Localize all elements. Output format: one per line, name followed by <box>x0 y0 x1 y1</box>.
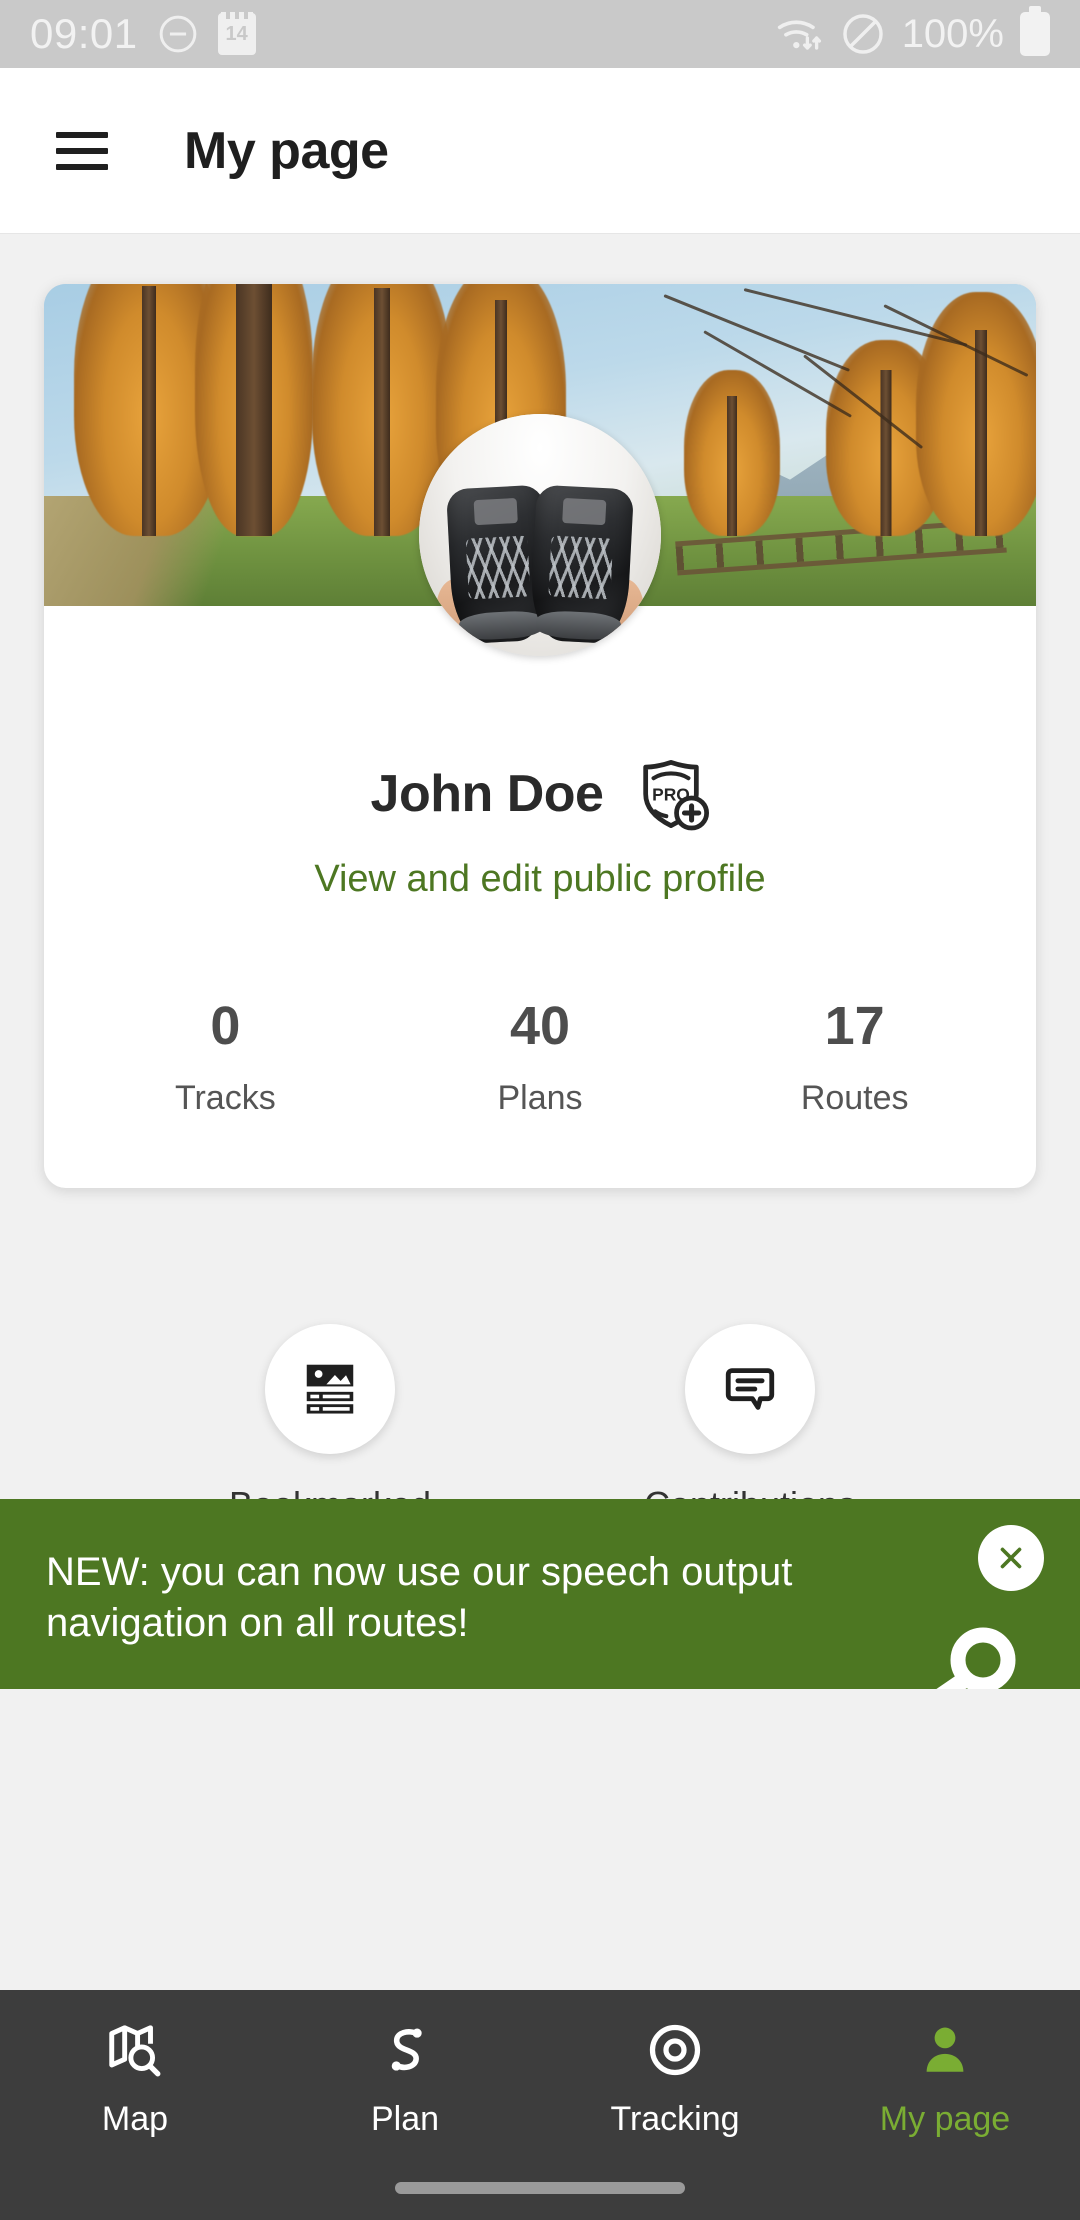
view-edit-profile-link[interactable]: View and edit public profile <box>44 858 1036 901</box>
promo-message: NEW: you can now use our speech output n… <box>46 1550 793 1646</box>
status-bar-right: 100% <box>776 6 1050 57</box>
page-title: My page <box>184 121 389 180</box>
status-time: 09:01 <box>30 10 138 57</box>
bookmarked-button[interactable] <box>265 1324 395 1454</box>
name-row: John Doe PRO <box>44 756 1036 832</box>
stat-value: 17 <box>824 996 885 1056</box>
stat-label: Tracks <box>174 1079 276 1117</box>
hamburger-menu-icon[interactable] <box>56 131 108 170</box>
nav-label: My page <box>879 2099 1011 2138</box>
megaphone-icon <box>936 1627 1016 1689</box>
wifi-transfer-icon <box>777 20 821 50</box>
status-bar: 09:01 14 100% <box>0 0 1080 68</box>
action-contributions[interactable]: Contributions <box>625 1324 875 1526</box>
contributions-button[interactable] <box>685 1324 815 1454</box>
nav-label: Map <box>101 2099 169 2138</box>
profile-card: John Doe PRO View and edit public profil… <box>44 284 1036 1188</box>
stat-label: Routes <box>800 1079 909 1117</box>
target-circle-icon <box>649 2024 701 2075</box>
nav-label: Tracking <box>610 2099 740 2138</box>
route-path-icon <box>391 2027 422 2071</box>
stat-value: 40 <box>509 996 571 1056</box>
profile-stats: 0 Tracks 40 Plans 17 Routes <box>44 999 1036 1188</box>
quick-actions: Bookmarked Contributions <box>0 1324 1080 1526</box>
image-list-icon <box>306 1364 354 1414</box>
battery-percent: 100% <box>901 11 1004 56</box>
nav-item-my-page[interactable]: My page <box>810 2014 1080 2139</box>
home-indicator[interactable] <box>395 2182 685 2194</box>
stat-plans[interactable]: 40 Plans <box>383 999 698 1118</box>
close-icon[interactable] <box>978 1525 1044 1591</box>
pro-plus-shield-icon: PRO <box>643 759 710 831</box>
stat-label: Plans <box>497 1079 583 1117</box>
avatar[interactable] <box>419 414 661 656</box>
map-search-icon <box>109 2024 161 2076</box>
stat-tracks[interactable]: 0 Tracks <box>68 999 383 1118</box>
stat-routes[interactable]: 17 Routes <box>697 999 1012 1118</box>
app-bar: My page <box>0 68 1080 234</box>
stat-value: 0 <box>210 996 241 1056</box>
calendar-icon: 14 <box>217 12 256 55</box>
action-bookmarked[interactable]: Bookmarked <box>205 1324 455 1526</box>
speech-bubble-icon <box>725 1368 775 1410</box>
profile-name: John Doe <box>370 765 604 823</box>
close-glyph <box>1000 1547 1022 1569</box>
calendar-day: 14 <box>225 22 248 45</box>
promo-banner: NEW: you can now use our speech output n… <box>0 1499 1080 1689</box>
page-content: John Doe PRO View and edit public profil… <box>0 234 1080 2220</box>
person-icon <box>926 2027 964 2072</box>
minus-circle-icon <box>159 15 196 53</box>
no-sim-icon <box>842 14 883 54</box>
battery-full-icon <box>1020 6 1050 56</box>
nav-item-map[interactable]: Map <box>0 2014 270 2139</box>
profile-body: John Doe PRO View and edit public profil… <box>44 606 1036 1188</box>
nav-item-tracking[interactable]: Tracking <box>540 2014 810 2139</box>
nav-label: Plan <box>370 2099 440 2138</box>
nav-item-plan[interactable]: Plan <box>270 2014 540 2139</box>
bottom-navigation: Map Plan Tracking My page <box>0 1990 1080 2220</box>
status-bar-left: 09:01 14 <box>30 10 256 58</box>
